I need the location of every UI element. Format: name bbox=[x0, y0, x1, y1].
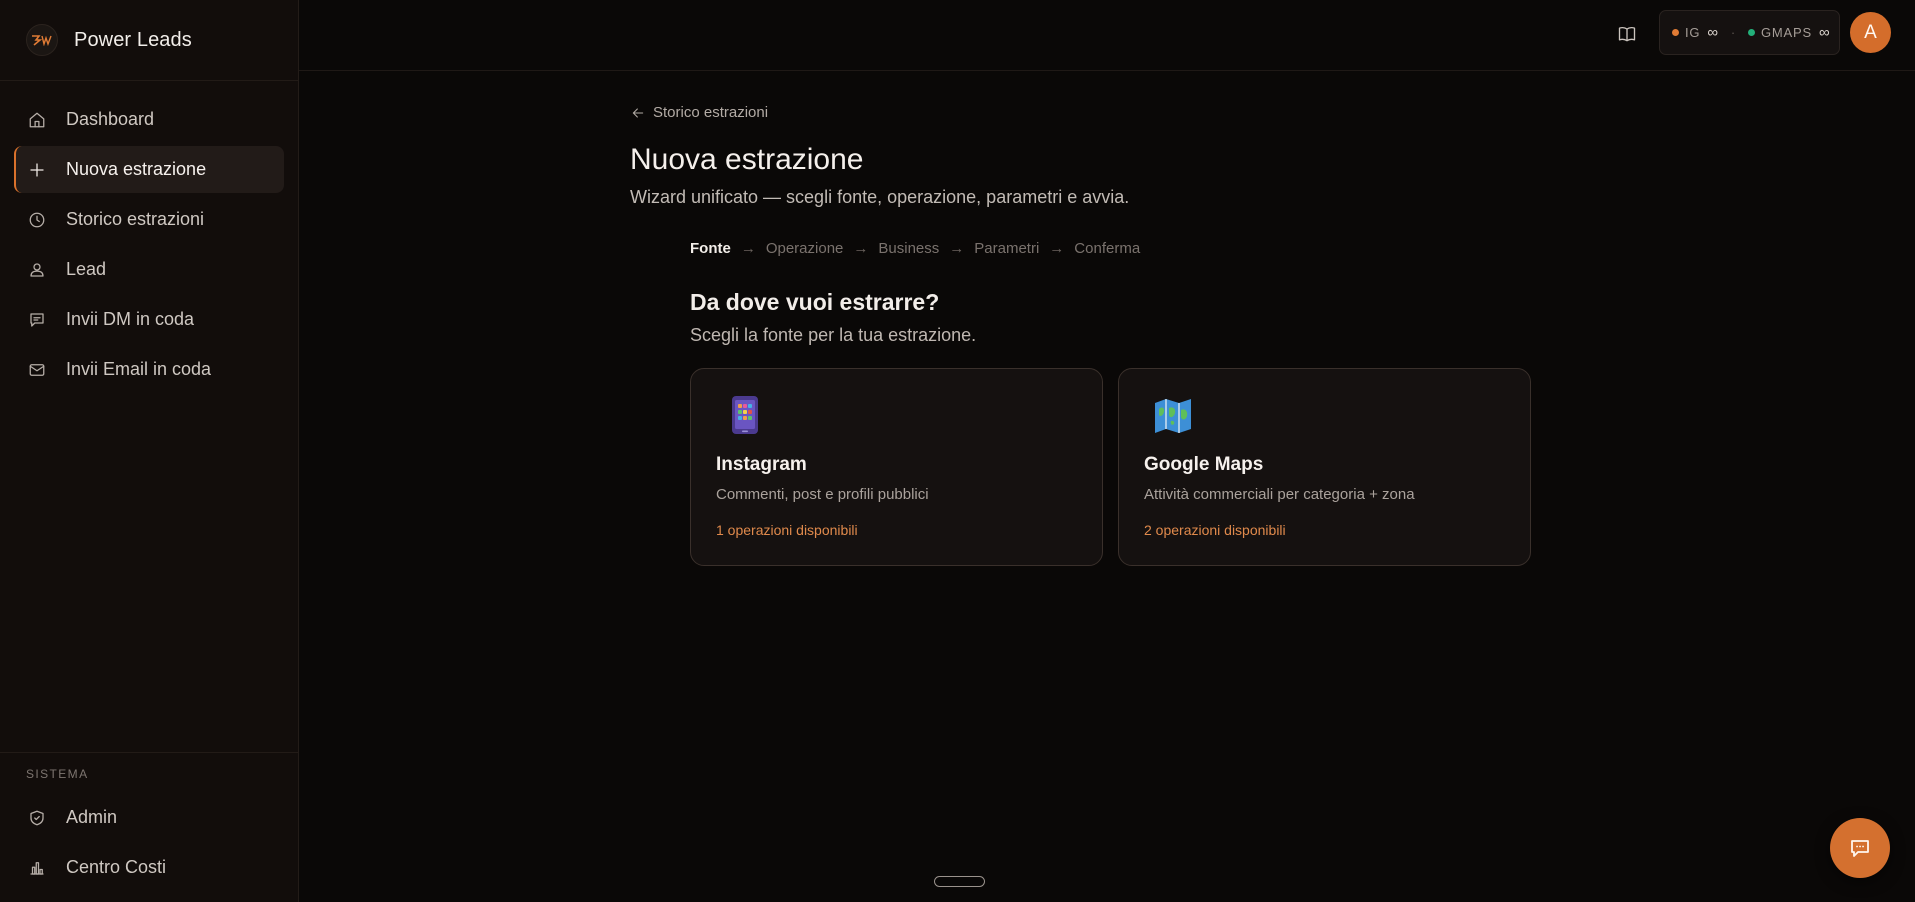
avatar[interactable]: A bbox=[1850, 12, 1891, 53]
sidebar-item-label: Storico estrazioni bbox=[66, 209, 205, 229]
step-parametri: Parametri bbox=[974, 240, 1040, 257]
message-icon bbox=[27, 310, 47, 330]
wizard-steps: Fonte → Operazione → Business → Parametr… bbox=[690, 240, 1140, 257]
sidebar-item-invii-email[interactable]: Invii Email in coda bbox=[14, 346, 284, 393]
sidebar-item-label: Admin bbox=[66, 807, 118, 827]
step-business: Business bbox=[878, 240, 940, 257]
arrow-left-icon bbox=[632, 107, 644, 118]
sidebar-item-centro-costi[interactable]: Centro Costi bbox=[14, 844, 284, 891]
sidebar-item-invii-dm[interactable]: Invii DM in coda bbox=[14, 296, 284, 343]
bar-chart-icon bbox=[27, 858, 47, 878]
sidebar-item-admin[interactable]: Admin bbox=[14, 794, 284, 841]
source-card-instagram[interactable]: Instagram Commenti, post e profili pubbl… bbox=[690, 368, 1103, 566]
step-arrow: → bbox=[1049, 240, 1065, 257]
gmaps-label: GMAPS bbox=[1760, 25, 1812, 40]
chat-icon bbox=[1851, 840, 1869, 857]
chat-button[interactable] bbox=[1830, 818, 1890, 878]
system-section: SISTEMA Admin Centro Costi bbox=[0, 752, 298, 894]
book-icon[interactable] bbox=[1615, 22, 1639, 46]
question-title: Da dove vuoi estrarre? bbox=[690, 289, 940, 315]
quota-badge[interactable]: IG ∞ · GMAPS ∞ bbox=[1659, 10, 1840, 55]
plus-icon bbox=[27, 160, 47, 180]
gmaps-value: ∞ bbox=[1818, 24, 1831, 41]
sidebar-item-storico-estrazioni[interactable]: Storico estrazioni bbox=[14, 196, 284, 243]
quota-separator: · bbox=[1730, 25, 1736, 40]
gmaps-status-dot bbox=[1747, 29, 1755, 36]
app-root: Power Leads Dashboard Nuova estrazione S… bbox=[0, 0, 1915, 902]
card-title: Instagram bbox=[716, 454, 807, 475]
question-subtitle: Scegli la fonte per la tua estrazione. bbox=[690, 325, 977, 345]
brand-logo-icon bbox=[26, 24, 58, 56]
page-subtitle: Wizard unificato — scegli fonte, operazi… bbox=[630, 187, 1130, 207]
mail-icon bbox=[27, 360, 47, 380]
source-card-google-maps[interactable]: Google Maps Attività commerciali per cat… bbox=[1118, 368, 1531, 566]
ig-status-dot bbox=[1672, 29, 1679, 36]
sidebar-item-label: Nuova estrazione bbox=[66, 159, 207, 179]
sidebar-item-label: Dashboard bbox=[66, 109, 155, 129]
card-description: Attività commerciali per categoria + zon… bbox=[1144, 486, 1415, 503]
source-cards: Instagram Commenti, post e profili pubbl… bbox=[690, 368, 1531, 566]
sidebar-item-label: Lead bbox=[66, 259, 107, 279]
step-arrow: → bbox=[949, 240, 965, 257]
step-conferma: Conferma bbox=[1074, 240, 1141, 257]
card-description: Commenti, post e profili pubblici bbox=[716, 486, 929, 503]
step-arrow: → bbox=[853, 240, 869, 257]
system-section-label: SISTEMA bbox=[26, 767, 89, 781]
scroll-indicator[interactable] bbox=[934, 876, 985, 887]
sidebar: Power Leads Dashboard Nuova estrazione S… bbox=[0, 0, 299, 902]
clock-icon bbox=[27, 210, 47, 230]
main-nav: Dashboard Nuova estrazione Storico estra… bbox=[0, 81, 298, 396]
mobile-phone-icon bbox=[732, 396, 758, 434]
sidebar-item-label: Centro Costi bbox=[66, 857, 167, 877]
world-map-icon bbox=[1155, 399, 1191, 433]
topbar: IG ∞ · GMAPS ∞ A bbox=[299, 0, 1915, 71]
sidebar-item-lead[interactable]: Lead bbox=[14, 246, 284, 293]
ig-value: ∞ bbox=[1707, 24, 1719, 41]
card-ops-count: 1 operazioni disponibili bbox=[716, 522, 858, 538]
step-arrow: → bbox=[740, 240, 756, 257]
card-ops-count: 2 operazioni disponibili bbox=[1144, 522, 1286, 538]
step-fonte: Fonte bbox=[690, 240, 731, 257]
card-title: Google Maps bbox=[1144, 454, 1264, 475]
sidebar-item-nuova-estrazione[interactable]: Nuova estrazione bbox=[14, 146, 284, 193]
home-icon bbox=[27, 110, 47, 130]
sidebar-item-dashboard[interactable]: Dashboard bbox=[14, 96, 284, 143]
back-link[interactable]: Storico estrazioni bbox=[630, 104, 768, 121]
step-operazione: Operazione bbox=[765, 240, 844, 257]
shield-icon bbox=[27, 808, 47, 828]
sidebar-item-label: Invii DM in coda bbox=[66, 309, 195, 329]
back-link-label: Storico estrazioni bbox=[653, 104, 769, 121]
brand-name: Power Leads bbox=[74, 28, 192, 51]
ig-label: IG bbox=[1685, 25, 1701, 40]
main-content: IG ∞ · GMAPS ∞ A Storico estrazioni Nuov… bbox=[299, 0, 1915, 902]
brand[interactable]: Power Leads bbox=[0, 0, 298, 81]
page-title: Nuova estrazione bbox=[630, 143, 864, 176]
user-icon bbox=[27, 260, 47, 280]
sidebar-item-label: Invii Email in coda bbox=[66, 359, 212, 379]
